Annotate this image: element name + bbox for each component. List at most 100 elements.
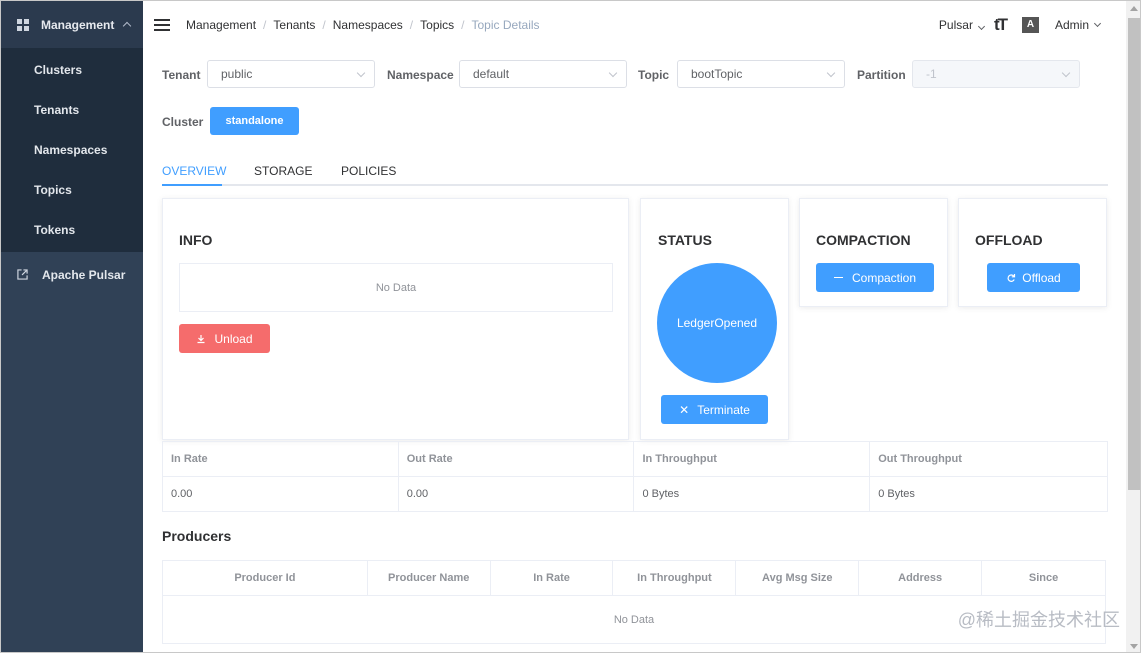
- chevron-down-icon: [977, 22, 985, 30]
- topic-label: Topic: [638, 68, 670, 82]
- column-header-avg-msg-size[interactable]: Avg Msg Size: [735, 560, 860, 596]
- watermark: @稀土掘金技术社区: [957, 610, 1120, 630]
- unload-button[interactable]: Unload: [179, 324, 270, 353]
- stat-header: Out Rate: [397, 441, 635, 477]
- sidebar-header-label: Management: [41, 17, 115, 32]
- cluster-button-label: standalone: [225, 115, 284, 127]
- column-header-in-throughput[interactable]: In Throughput: [612, 560, 737, 596]
- chevron-down-icon: [608, 68, 618, 78]
- breadcrumb-topics[interactable]: Topics: [420, 18, 454, 32]
- navbar-right: Pulsar tT A Admin: [938, 1, 1102, 48]
- scroll-down-icon[interactable]: [1130, 644, 1138, 649]
- stat-value: 0 Bytes: [633, 476, 871, 512]
- status-title: STATUS: [658, 232, 712, 248]
- cluster-label: Cluster: [162, 115, 204, 129]
- sidebar-link-apache-pulsar[interactable]: Apache Pulsar: [1, 252, 143, 297]
- status-state: LedgerOpened: [676, 316, 758, 330]
- stat-value: 0.00: [162, 476, 399, 512]
- chevron-down-icon: [826, 68, 836, 78]
- breadcrumb-management[interactable]: Management: [186, 18, 256, 32]
- topic-select[interactable]: bootTopic: [677, 60, 845, 88]
- sidebar-item-label: Namespaces: [34, 143, 108, 157]
- stat-value: 0.00: [397, 476, 635, 512]
- compaction-card: COMPACTION Compaction: [799, 198, 948, 307]
- chevron-down-icon: [1061, 68, 1071, 78]
- topic-tabs: OVERVIEW STORAGE POLICIES: [162, 156, 1108, 186]
- font-size-icon[interactable]: tT: [994, 15, 1008, 35]
- table-row: 0.00 0.00 0 Bytes 0 Bytes: [162, 476, 1108, 512]
- chevron-down-icon: [356, 68, 366, 78]
- sidebar: Management Clusters Tenants Namespaces T…: [1, 1, 143, 652]
- status-indicator: LedgerOpened: [657, 263, 777, 383]
- tab-overview[interactable]: OVERVIEW: [162, 164, 226, 178]
- scrollbar-thumb[interactable]: [1128, 18, 1140, 490]
- user-dropdown[interactable]: Admin: [1054, 17, 1102, 32]
- column-header-in-rate[interactable]: In Rate: [489, 560, 614, 596]
- column-header-address[interactable]: Address: [858, 560, 983, 596]
- active-tab-indicator: [162, 184, 222, 186]
- stat-header: In Throughput: [633, 441, 871, 477]
- producers-title: Producers: [162, 528, 232, 544]
- sidebar-item-label: Clusters: [34, 63, 83, 77]
- status-card: STATUS LedgerOpened ✕ Terminate: [640, 198, 789, 440]
- namespace-label: Namespace: [387, 68, 454, 82]
- compaction-button[interactable]: Compaction: [816, 263, 934, 292]
- sidebar-item-namespaces[interactable]: Namespaces: [1, 130, 143, 170]
- column-header-producer-id[interactable]: Producer Id: [162, 560, 368, 596]
- user-name: Admin: [1054, 17, 1089, 32]
- column-header-since[interactable]: Since: [981, 560, 1106, 596]
- table-header-row: In Rate Out Rate In Throughput Out Throu…: [162, 441, 1108, 477]
- cluster-standalone-button[interactable]: standalone: [210, 107, 299, 135]
- breadcrumb-separator: /: [322, 17, 326, 32]
- offload-button[interactable]: Offload: [987, 263, 1080, 292]
- sidebar-item-label: Tokens: [34, 223, 76, 237]
- offload-card: OFFLOAD Offload: [958, 198, 1107, 307]
- sidebar-link-label: Apache Pulsar: [42, 267, 126, 282]
- tab-storage[interactable]: STORAGE: [254, 164, 312, 178]
- offload-label: Offload: [1022, 270, 1061, 285]
- unload-label: Unload: [214, 331, 253, 346]
- partition-select: -1: [912, 60, 1080, 88]
- stat-header: In Rate: [162, 441, 399, 477]
- language-icon[interactable]: A: [1021, 16, 1039, 33]
- breadcrumb: Management / Tenants / Namespaces / Topi…: [186, 18, 540, 32]
- sidebar-item-topics[interactable]: Topics: [1, 170, 143, 210]
- sidebar-item-tokens[interactable]: Tokens: [1, 210, 143, 250]
- main-content: Tenant public Namespace default Topic bo…: [143, 48, 1126, 652]
- dashboard-icon: [17, 18, 29, 31]
- stat-value: 0 Bytes: [869, 476, 1108, 512]
- environment-label: Pulsar: [938, 17, 973, 32]
- table-header-row: Producer Id Producer Name In Rate In Thr…: [162, 560, 1106, 596]
- stat-header: Out Throughput: [869, 441, 1108, 477]
- column-header-producer-name[interactable]: Producer Name: [366, 560, 491, 596]
- breadcrumb-separator: /: [461, 17, 465, 32]
- breadcrumb-tenants[interactable]: Tenants: [273, 18, 315, 32]
- breadcrumb-namespaces[interactable]: Namespaces: [333, 18, 403, 32]
- download-icon: [197, 334, 205, 343]
- hamburger-menu-icon[interactable]: [154, 18, 170, 31]
- partition-label: Partition: [857, 68, 906, 82]
- scroll-up-icon[interactable]: [1130, 6, 1138, 11]
- refresh-icon: [1007, 273, 1016, 282]
- namespace-select[interactable]: default: [459, 60, 627, 88]
- terminate-button[interactable]: ✕ Terminate: [661, 395, 768, 424]
- tenant-value: public: [221, 67, 253, 81]
- sidebar-submenu: Clusters Tenants Namespaces Topics Token…: [1, 48, 143, 252]
- tenant-label: Tenant: [162, 68, 201, 82]
- compaction-label: Compaction: [851, 270, 917, 285]
- sidebar-item-clusters[interactable]: Clusters: [1, 50, 143, 90]
- top-navbar: Management / Tenants / Namespaces / Topi…: [143, 1, 1126, 48]
- terminate-label: Terminate: [697, 402, 750, 417]
- external-link-icon: [17, 269, 28, 280]
- minus-icon: [833, 276, 843, 279]
- sidebar-menu-management[interactable]: Management: [1, 1, 143, 48]
- info-title: INFO: [179, 232, 213, 248]
- environment-dropdown[interactable]: Pulsar: [938, 17, 985, 32]
- tab-policies[interactable]: POLICIES: [341, 164, 396, 178]
- compaction-title: COMPACTION: [816, 232, 911, 248]
- sidebar-item-tenants[interactable]: Tenants: [1, 90, 143, 130]
- breadcrumb-separator: /: [263, 17, 267, 32]
- close-icon: ✕: [679, 402, 690, 417]
- tenant-select[interactable]: public: [207, 60, 375, 88]
- page-scrollbar[interactable]: [1126, 1, 1140, 652]
